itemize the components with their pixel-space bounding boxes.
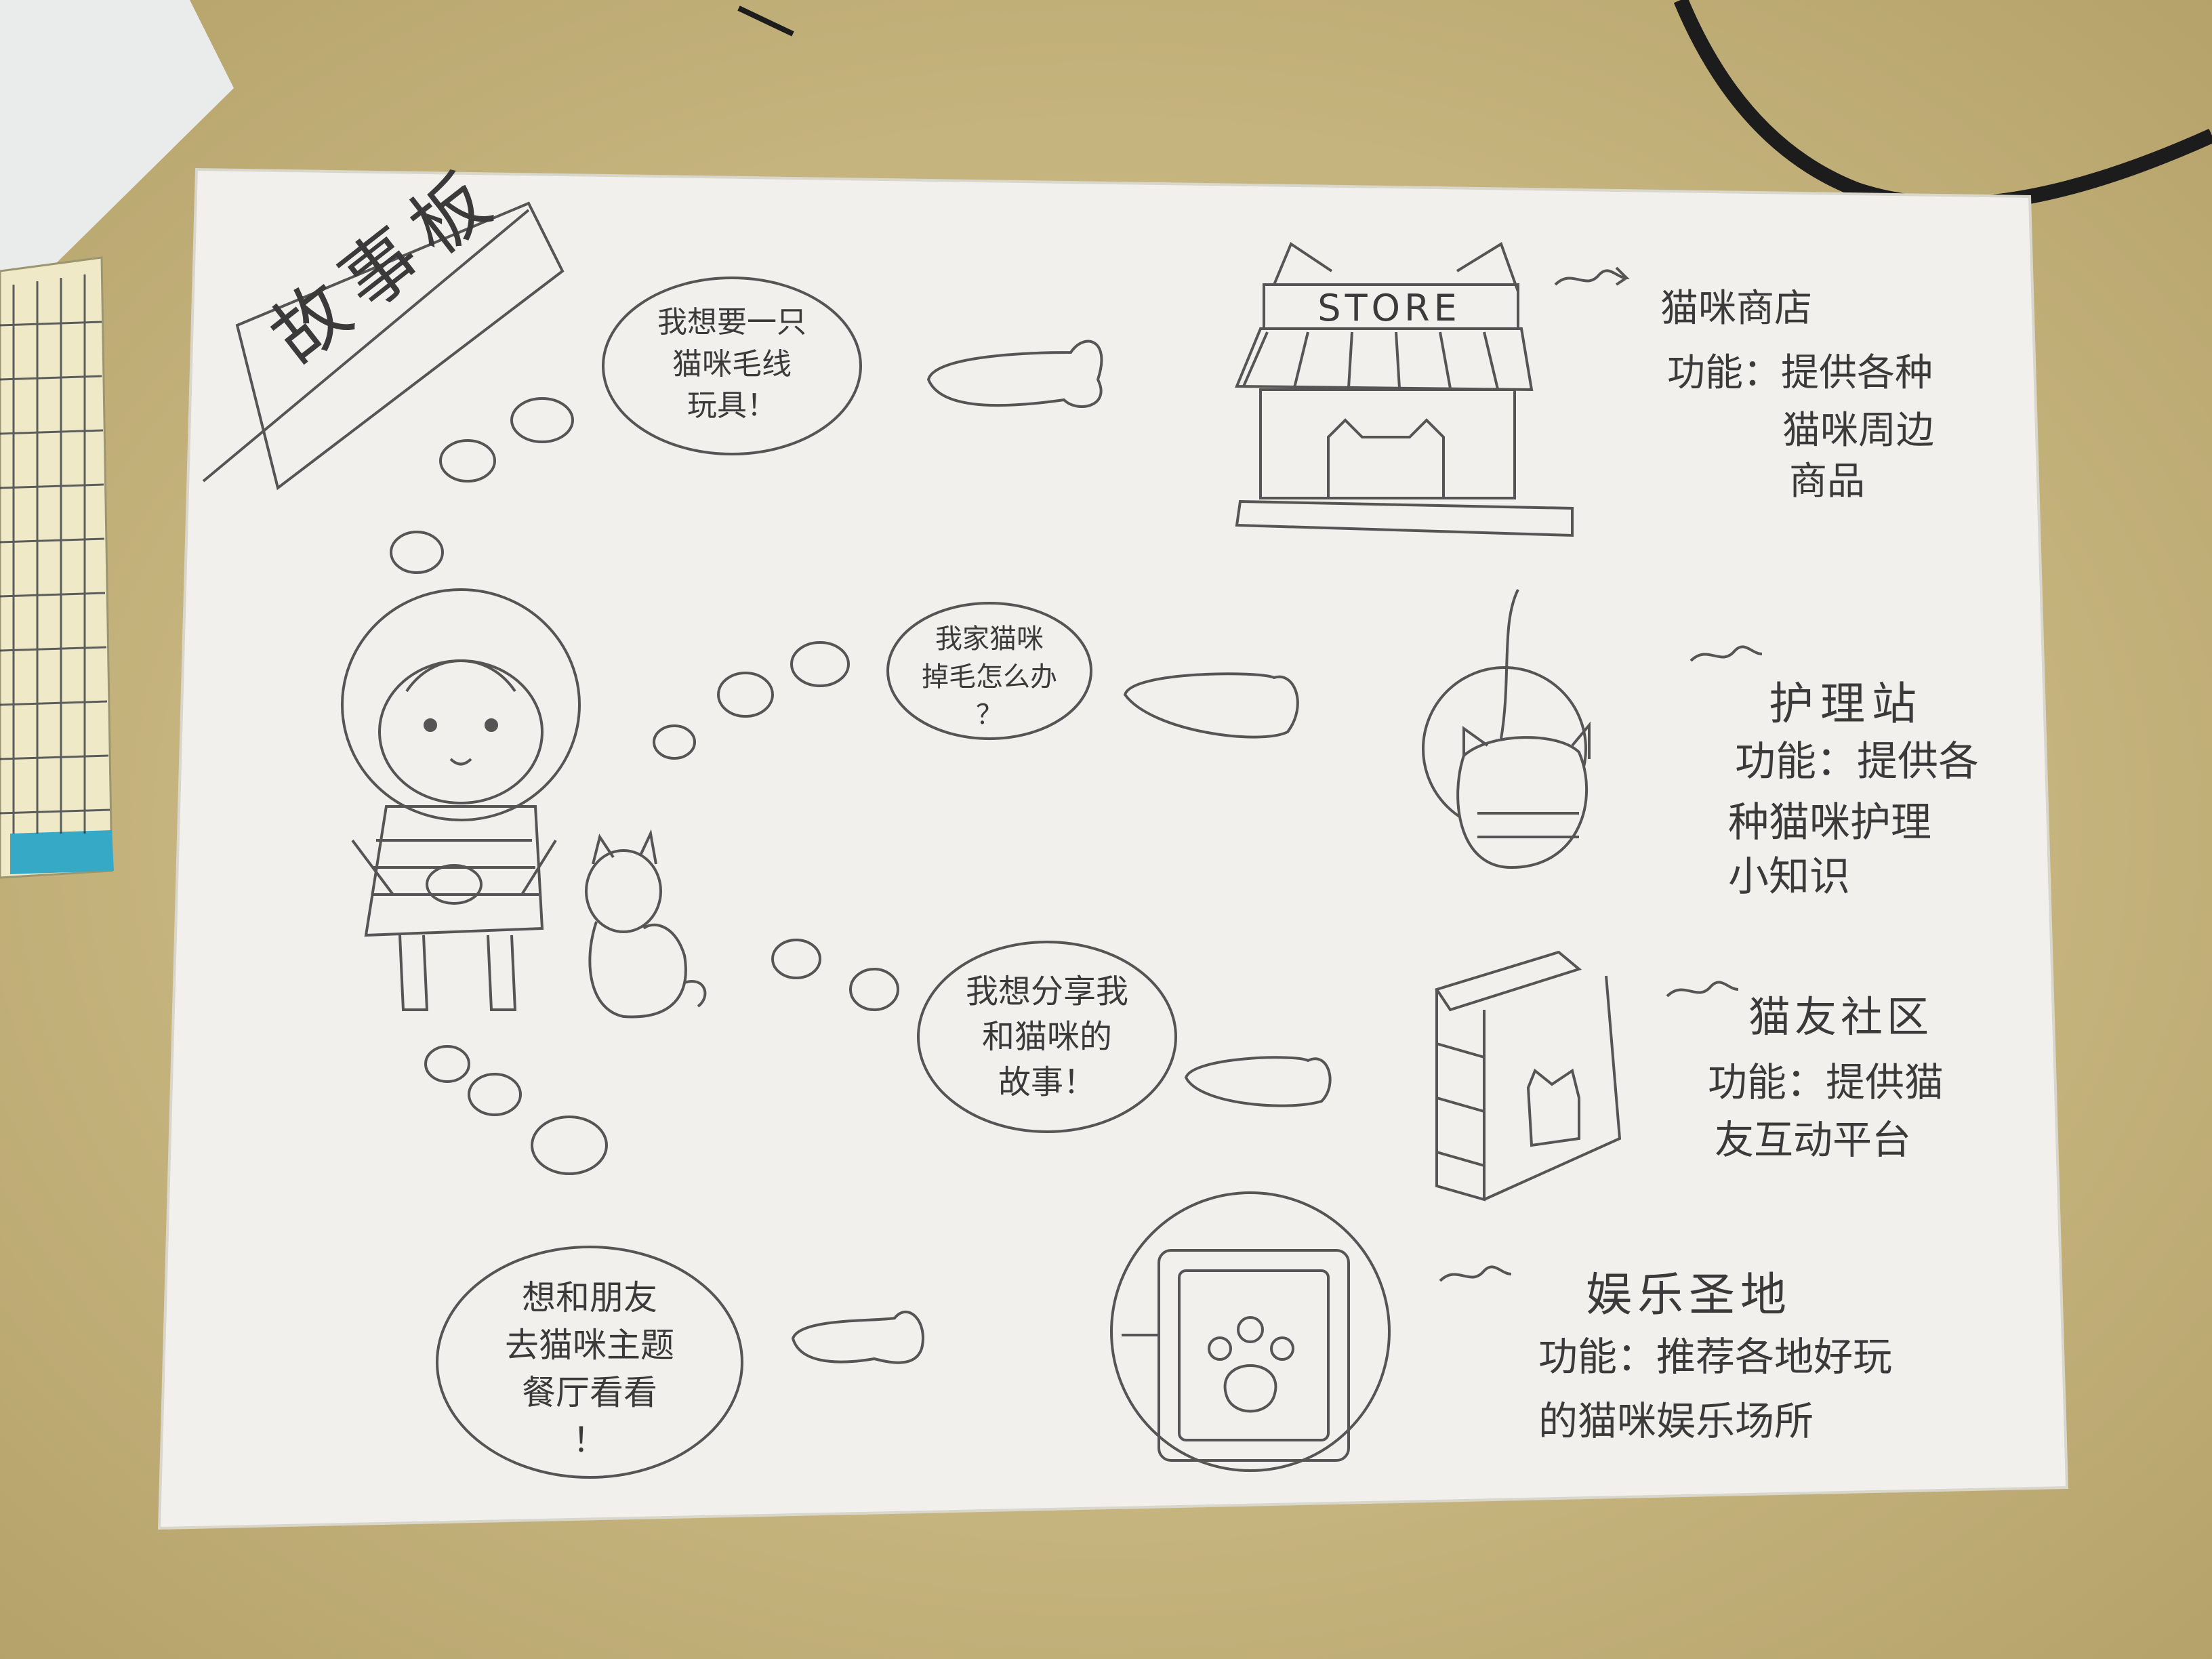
thought-2-line-1: 我家猫咪: [935, 623, 1044, 655]
thought-4-line-4: ！: [573, 1420, 607, 1460]
thought-2-line-2: 掉毛怎么办: [922, 661, 1057, 693]
thought-2-line-3: ？: [976, 699, 1003, 731]
thought-4-line-1: 想和朋友: [522, 1278, 657, 1317]
thought-1-line-2: 猫咪毛线: [672, 346, 792, 382]
feature-community-desc-1: 功能：提供猫: [1708, 1059, 1944, 1105]
thought-text-1: 我想要一只 猫咪毛线 玩具！: [630, 302, 834, 427]
feature-care-desc-1: 功能：提供各: [1735, 738, 1979, 785]
thought-text-4: 想和朋友 去猫咪主题 餐厅看看 ！: [461, 1274, 718, 1464]
thought-3-line-1: 我想分享我: [965, 972, 1128, 1010]
feature-care-name: 护理站: [1769, 678, 1923, 730]
thought-4-line-3: 餐厅看看: [522, 1373, 657, 1412]
thought-1-line-1: 我想要一只: [657, 305, 806, 340]
ruler: [0, 256, 114, 879]
thought-text-3: 我想分享我 和猫咪的 故事！: [932, 969, 1162, 1106]
feature-care-desc-3: 小知识: [1728, 853, 1850, 901]
thought-1-line-3: 玩具！: [687, 388, 777, 424]
feature-community-desc-2: 友互动平台: [1715, 1117, 1912, 1163]
thought-4-line-2: 去猫咪主题: [505, 1326, 674, 1365]
feature-community-name: 猫友社区: [1748, 992, 1933, 1042]
thought-text-2: 我家猫咪 掉毛怎么办 ？: [901, 620, 1078, 734]
feature-care-desc-2: 种猫咪护理: [1728, 799, 1931, 846]
thought-3-line-3: 故事！: [998, 1063, 1096, 1102]
feature-store-desc-2: 猫咪周边: [1782, 409, 1934, 453]
thought-3-line-2: 和猫咪的: [981, 1018, 1112, 1057]
feature-fun-desc-2: 的猫咪娱乐场所: [1538, 1398, 1814, 1444]
feature-fun-name: 娱乐圣地: [1586, 1269, 1793, 1322]
feature-store-desc-1: 功能：提供各种: [1667, 351, 1933, 395]
feature-fun-desc-1: 功能：推荐各地好玩: [1538, 1334, 1893, 1380]
store-sign-text: STORE: [1317, 287, 1460, 329]
feature-store-name: 猫咪商店: [1660, 287, 1812, 331]
feature-store-desc-3: 商品: [1789, 459, 1865, 504]
